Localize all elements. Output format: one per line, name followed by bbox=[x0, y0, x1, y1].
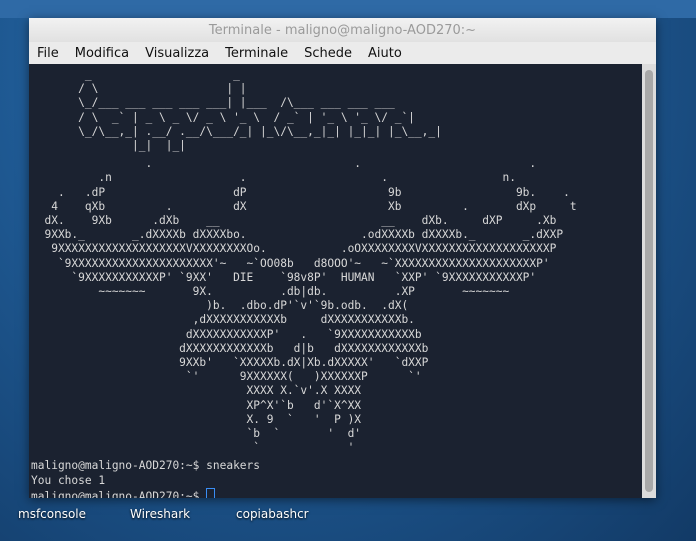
menu-file[interactable]: File bbox=[29, 46, 67, 61]
desktop-icon-msfconsole[interactable]: msfconsole bbox=[18, 507, 86, 521]
terminal-line-1: maligno@maligno-AOD270:~$ sneakers bbox=[31, 459, 261, 473]
desktop-top-panel bbox=[0, 0, 696, 18]
menu-visualizza[interactable]: Visualizza bbox=[137, 46, 217, 61]
terminal-window[interactable]: Terminale - maligno@maligno-AOD270:~ Fil… bbox=[29, 18, 656, 498]
terminal-area[interactable]: _ _ / \ | | \_/___ ___ ___ ___ ___| |___… bbox=[29, 64, 642, 498]
desktop-icon-wireshark[interactable]: Wireshark bbox=[130, 507, 190, 521]
scrollbar-thumb[interactable] bbox=[645, 70, 653, 492]
menu-bar: File Modifica Visualizza Terminale Sched… bbox=[29, 42, 656, 65]
menu-aiuto[interactable]: Aiuto bbox=[360, 46, 410, 61]
terminal-cursor[interactable] bbox=[206, 487, 216, 498]
desktop-icon-copiabashcr[interactable]: copiabashcr bbox=[236, 507, 309, 521]
menu-schede[interactable]: Schede bbox=[296, 46, 360, 61]
ascii-banner: _ _ / \ | | \_/___ ___ ___ ___ ___| |___… bbox=[78, 68, 442, 153]
terminal-line-2: You chose 1 bbox=[31, 473, 106, 487]
terminal-scrollbar[interactable] bbox=[642, 64, 656, 498]
window-titlebar[interactable]: Terminale - maligno@maligno-AOD270:~ bbox=[29, 18, 656, 42]
window-title: Terminale - maligno@maligno-AOD270:~ bbox=[208, 22, 477, 38]
menu-modifica[interactable]: Modifica bbox=[67, 46, 137, 61]
terminal-prompt: maligno@maligno-AOD270:~$ bbox=[31, 489, 207, 498]
menu-terminale[interactable]: Terminale bbox=[217, 46, 296, 61]
ascii-art: . . . .n . . n. . .dP dP 9b 9b. . 4 qXb … bbox=[44, 157, 577, 455]
